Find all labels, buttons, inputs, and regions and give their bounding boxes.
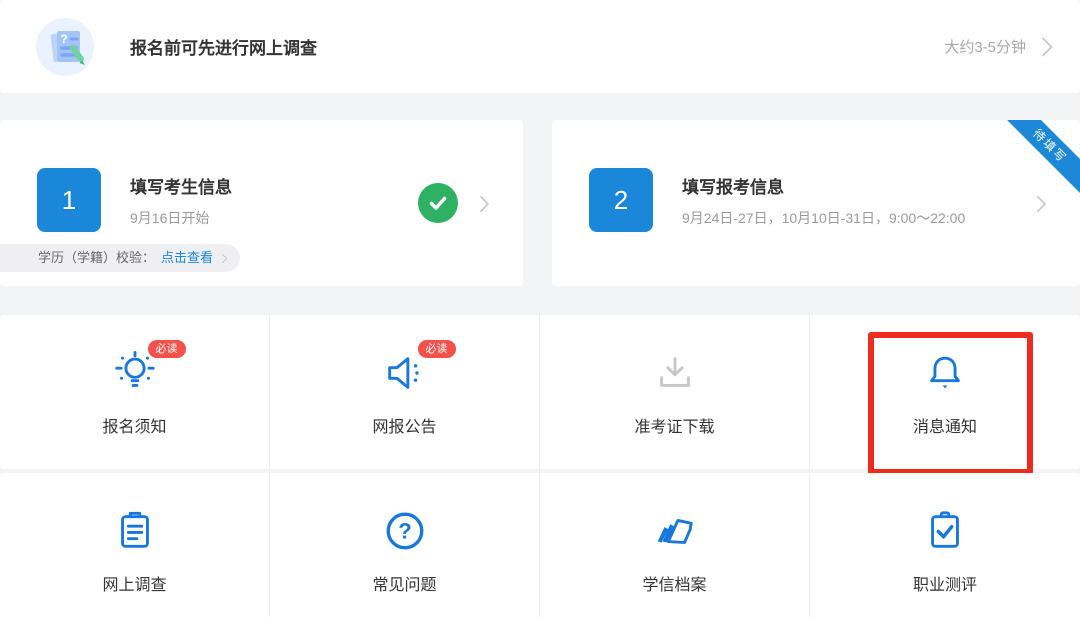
clipboard-check-icon: [922, 508, 968, 554]
grid-item-label: 报名须知: [102, 413, 166, 437]
shortcut-grid-row1: 必读 报名须知 必读 网报公告: [0, 315, 1080, 469]
grid-item-registration-notice[interactable]: 必读 报名须知: [0, 315, 270, 469]
grid-item-notifications[interactable]: 消息通知: [810, 315, 1080, 469]
step1-title: 填写考生信息: [130, 173, 232, 198]
shortcut-grid-row2: 网上调查 ? 常见问题: [0, 473, 1080, 617]
step2-number: 2: [589, 168, 653, 232]
must-read-badge: 必读: [148, 340, 186, 358]
svg-text:?: ?: [398, 519, 411, 544]
chevron-right-icon: [1033, 37, 1053, 57]
grid-item-career-assessment[interactable]: 职业测评: [810, 473, 1080, 617]
grid-item-label: 准考证下载: [634, 413, 714, 437]
grid-item-label: 常见问题: [372, 571, 436, 595]
chevron-right-icon: [473, 196, 490, 213]
download-icon: [652, 350, 698, 396]
chevron-right-icon: [218, 253, 228, 263]
step1-number: 1: [37, 168, 101, 232]
education-check-pill[interactable]: 学历（学籍）校验： 点击查看: [0, 244, 240, 272]
must-read-badge: 必读: [418, 340, 456, 358]
grid-item-admission-ticket[interactable]: 准考证下载: [540, 315, 810, 469]
survey-document-icon: ?: [36, 18, 94, 76]
survey-banner[interactable]: ? 报名前可先进行网上调查 大约3-5分钟: [0, 0, 1080, 93]
bell-icon: [922, 350, 968, 396]
step1-schedule: 9月16日开始: [130, 208, 209, 228]
banner-title: 报名前可先进行网上调查: [130, 34, 317, 59]
pending-ribbon: 待填写: [996, 120, 1080, 200]
banner-duration-group[interactable]: 大约3-5分钟: [944, 36, 1050, 57]
pages-fan-icon: [652, 508, 698, 554]
step2-schedule: 9月24日-27日，10月10日-31日，9:00～22:00: [682, 208, 965, 228]
education-check-link[interactable]: 点击查看: [161, 244, 213, 272]
step1-card[interactable]: 1 填写考生信息 9月16日开始 学历（学籍）校验： 点击查看: [0, 120, 523, 286]
banner-duration: 大约3-5分钟: [944, 36, 1026, 57]
grid-item-label: 网上调查: [102, 571, 166, 595]
grid-item-faq[interactable]: ? 常见问题: [270, 473, 540, 617]
registration-dashboard: ? 报名前可先进行网上调查 大约3-5分钟 1 填写考生信息 9月16日开始 学…: [0, 0, 1080, 617]
step2-card[interactable]: 2 填写报考信息 9月24日-27日，10月10日-31日，9:00～22:00…: [552, 120, 1080, 286]
megaphone-icon: [382, 350, 428, 396]
grid-item-announcements[interactable]: 必读 网报公告: [270, 315, 540, 469]
grid-item-label: 消息通知: [913, 413, 977, 437]
chevron-right-icon: [1030, 196, 1047, 213]
clipboard-icon: [112, 508, 158, 554]
svg-text:?: ?: [60, 32, 67, 46]
grid-item-label: 学信档案: [642, 571, 706, 595]
question-circle-icon: ?: [382, 508, 428, 554]
grid-item-label: 职业测评: [913, 571, 977, 595]
grid-item-online-survey[interactable]: 网上调查: [0, 473, 270, 617]
grid-item-chsi-archive[interactable]: 学信档案: [540, 473, 810, 617]
lightbulb-icon: [112, 350, 158, 396]
check-circle-icon: [418, 183, 458, 223]
step2-title: 填写报考信息: [682, 173, 784, 198]
grid-item-label: 网报公告: [372, 413, 436, 437]
education-check-label: 学历（学籍）校验：: [38, 244, 155, 272]
